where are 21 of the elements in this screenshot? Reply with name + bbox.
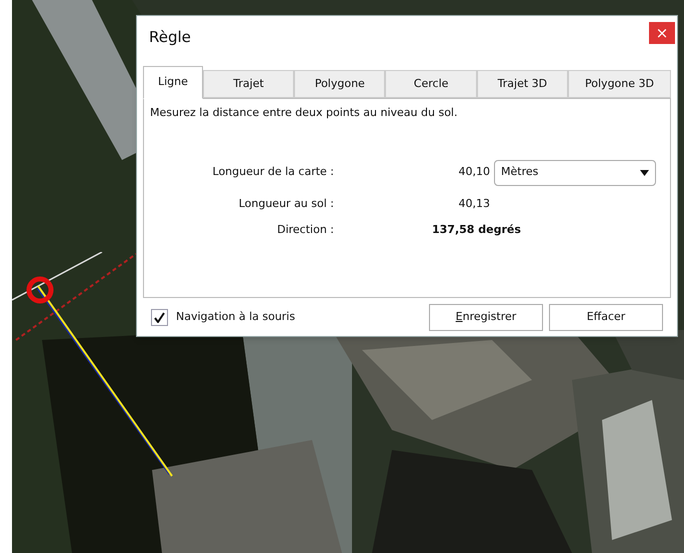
tab[interactable]: Trajet (202, 70, 294, 98)
dropdown-arrow-icon (640, 170, 649, 176)
tab[interactable]: Ligne (143, 66, 203, 99)
tab[interactable]: Polygone 3D (568, 70, 671, 98)
checkbox-label: Navigation à la souris (176, 309, 296, 326)
measure-value: 137,58 degrés (431, 222, 521, 238)
measure-label: Longueur de la carte : (212, 164, 334, 180)
window-title: Règle (149, 27, 191, 48)
measure-label: Direction : (277, 222, 334, 238)
dialog-button[interactable]: Enregistrer (429, 304, 543, 331)
tab[interactable]: Cercle (385, 70, 477, 98)
measure-value: 40,10 (458, 164, 491, 180)
tab[interactable]: Trajet 3D (476, 70, 568, 98)
dialog-button[interactable]: Effacer (549, 304, 663, 331)
close-button[interactable]: × (649, 22, 675, 44)
measure-value: 40,13 (458, 196, 491, 212)
measure-label: Longueur au sol : (238, 196, 334, 212)
unit-dropdown[interactable]: Mètres (494, 160, 656, 186)
tab[interactable]: Polygone (294, 70, 386, 98)
checkbox[interactable] (151, 309, 168, 326)
description-text: Mesurez la distance entre deux points au niveau du sol. (150, 105, 458, 121)
